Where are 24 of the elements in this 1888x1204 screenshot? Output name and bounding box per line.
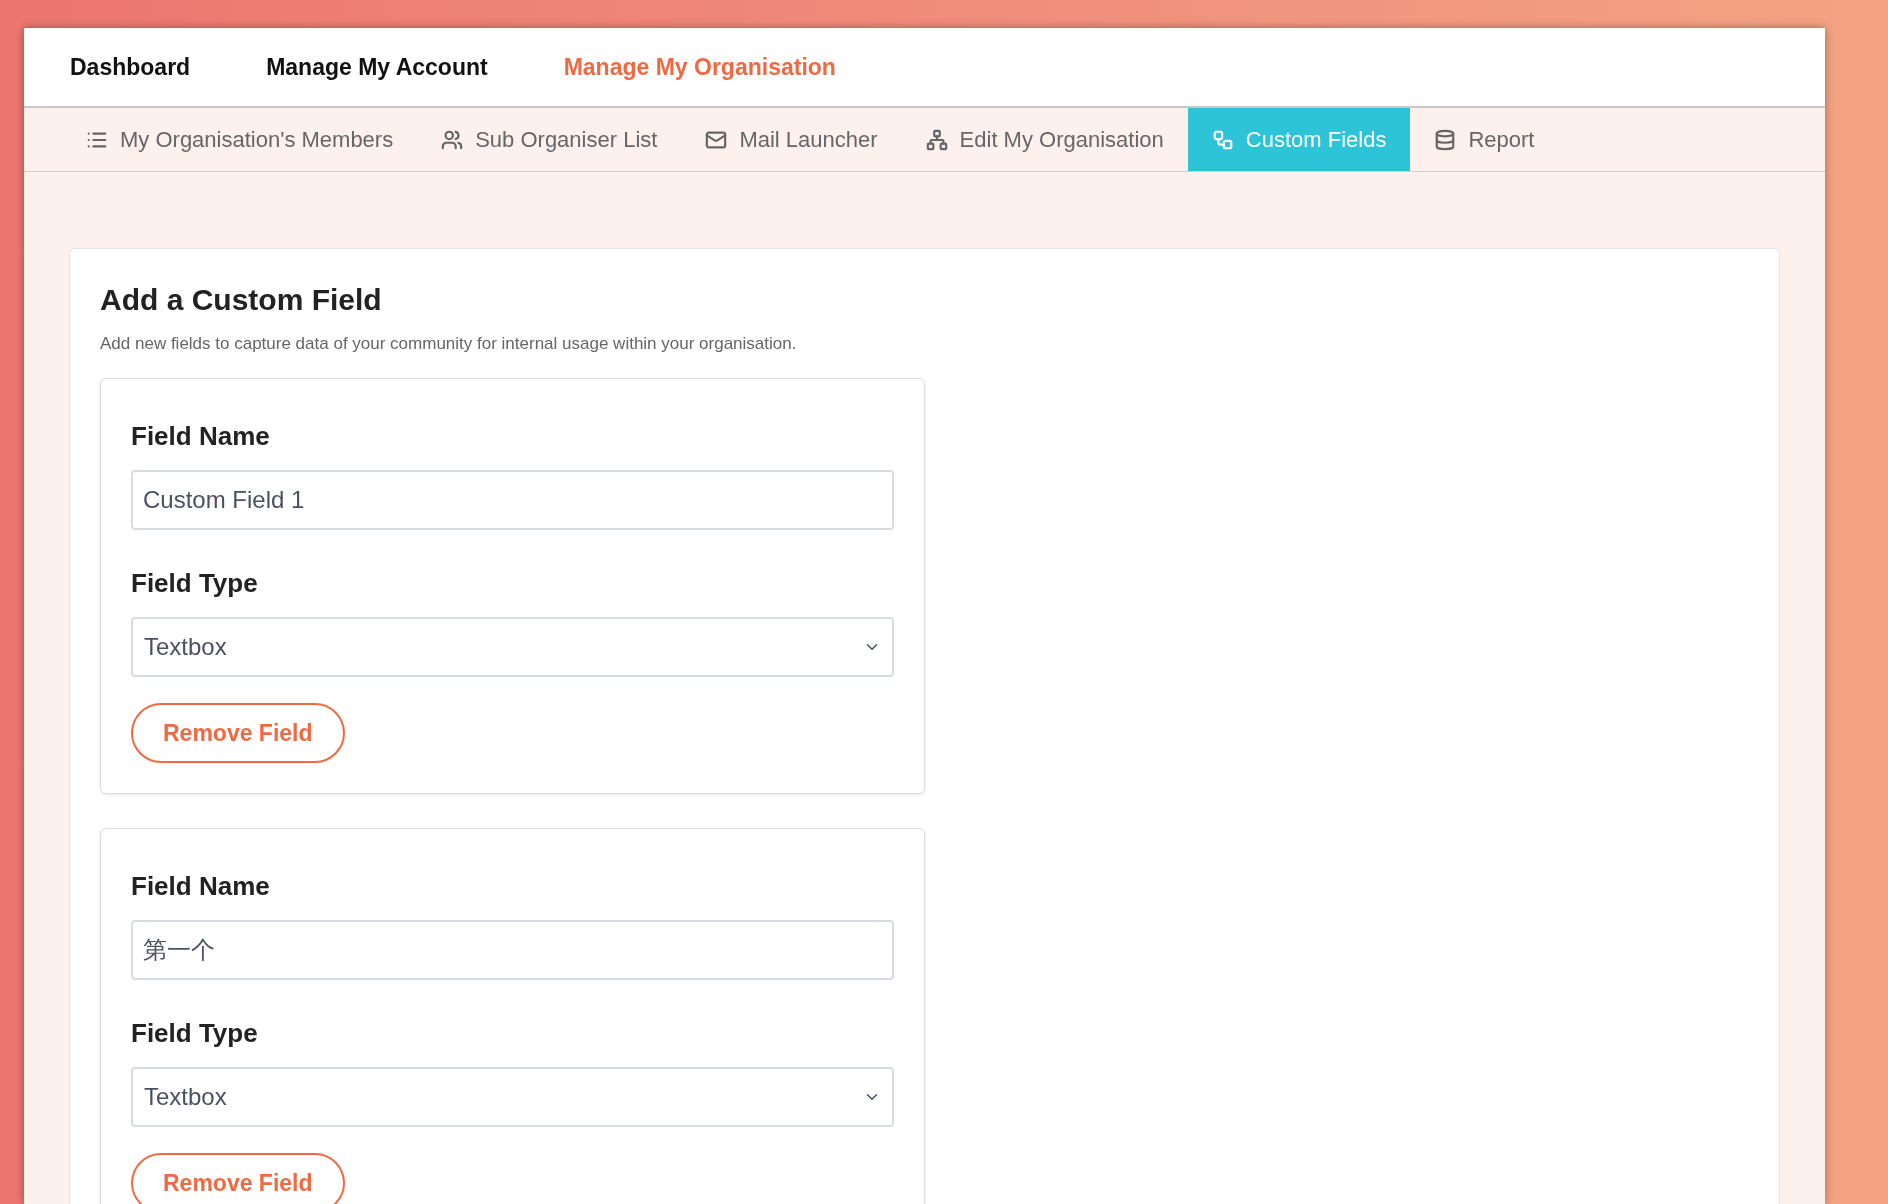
- users-icon: [441, 128, 464, 151]
- nav-link[interactable]: Manage My Account: [266, 49, 488, 85]
- field-label: Field Type: [131, 567, 259, 600]
- field-label: Field Name: [131, 420, 271, 453]
- remove-field-button[interactable]: Remove Field: [131, 1153, 345, 1204]
- select-field[interactable]: Textbox: [131, 1067, 894, 1127]
- tab[interactable]: My Organisation's Members: [62, 108, 418, 171]
- database-icon: [1434, 128, 1457, 151]
- field-label: Field Name: [131, 870, 271, 903]
- tab[interactable]: Mail Launcher: [681, 108, 902, 171]
- diagram-icon: [1211, 128, 1234, 151]
- card-title: Add a Custom Field: [100, 282, 383, 318]
- tab[interactable]: Edit My Organisation: [901, 108, 1188, 171]
- field-label: Field Type: [131, 1017, 259, 1050]
- input-field[interactable]: Custom Field 1: [131, 470, 894, 530]
- input-field[interactable]: 第一个: [131, 920, 894, 980]
- tab[interactable]: Sub Organiser List: [417, 108, 682, 171]
- nav-link[interactable]: Manage My Organisation: [563, 49, 836, 85]
- hierarchy-icon: [925, 128, 948, 151]
- card-description: Add new fields to capture data of your community for internal usage within your organisation.: [100, 332, 798, 355]
- nav-link[interactable]: Dashboard: [70, 49, 191, 85]
- remove-field-button[interactable]: Remove Field: [131, 703, 345, 763]
- select-field[interactable]: Textbox: [131, 617, 894, 677]
- tab[interactable]: Report: [1410, 108, 1559, 171]
